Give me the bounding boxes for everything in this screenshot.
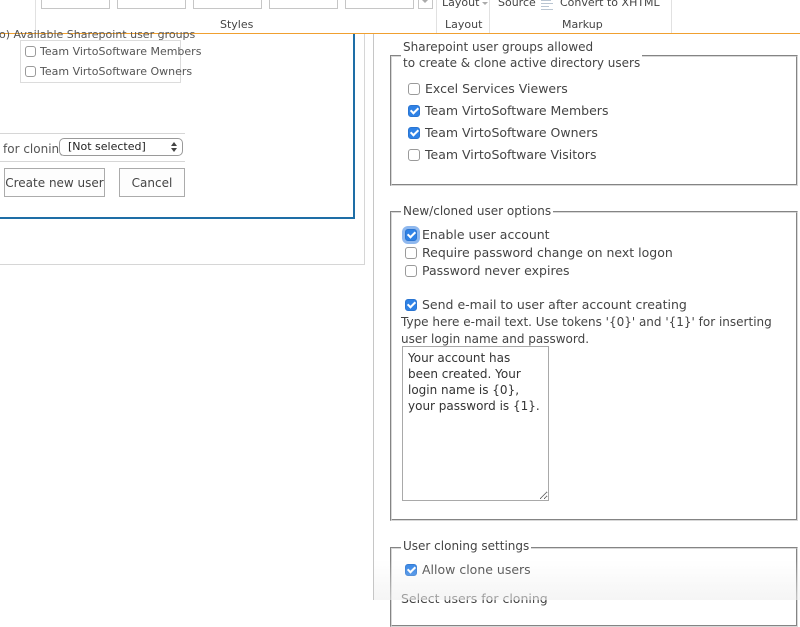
checkbox[interactable] (405, 264, 417, 277)
panel-divider (373, 34, 374, 600)
available-group-item[interactable]: Team VirtoSoftware Members (25, 45, 201, 58)
option-label: Allow clone users (422, 562, 531, 577)
ribbon-separator (436, 0, 437, 33)
send-email-option[interactable]: Send e-mail to user after account creati… (405, 297, 687, 312)
source-button[interactable]: Source (498, 0, 536, 9)
allowed-group-label: Excel Services Viewers (425, 81, 568, 96)
allowed-group-item[interactable]: Team VirtoSoftware Owners (408, 125, 598, 140)
ribbon-separator (671, 0, 672, 33)
option-label: Password never expires (422, 263, 570, 278)
allowed-group-label: Team VirtoSoftware Members (425, 103, 609, 118)
allowed-groups-legend: Sharepoint user groups allowed to create… (401, 39, 643, 71)
checkbox-checked[interactable] (405, 228, 417, 241)
styles-group-label: Styles (220, 18, 254, 31)
markup-group-label: Markup (562, 18, 603, 31)
checkbox-checked[interactable] (408, 104, 420, 117)
style-gallery-item[interactable] (269, 0, 338, 9)
legend-line: Sharepoint user groups allowed (403, 40, 594, 54)
require-password-change-option[interactable]: Require password change on next logon (405, 245, 673, 260)
select-users-label: Select users for cloning (401, 591, 548, 606)
email-text-input[interactable] (402, 346, 549, 501)
clone-user-label: for cloning (3, 142, 67, 156)
allow-clone-option[interactable]: Allow clone users (405, 562, 531, 577)
layout-group-label: Layout (445, 18, 483, 31)
style-gallery-item[interactable] (117, 0, 186, 9)
option-label: Require password change on next logon (422, 245, 673, 260)
legend-line: to create & clone active directory users (403, 56, 641, 70)
checkbox[interactable] (408, 82, 420, 95)
layout-command-label: Layout (442, 0, 480, 9)
checkbox[interactable] (25, 66, 36, 77)
enable-account-option[interactable]: Enable user account (405, 227, 550, 242)
style-gallery-item[interactable] (41, 0, 110, 9)
checkbox-checked[interactable] (408, 126, 420, 139)
cloning-settings-legend: User cloning settings (401, 538, 532, 554)
clone-user-select[interactable]: [Not selected] (59, 138, 183, 156)
email-help-text: Type here e-mail text. Use tokens '{0}' … (401, 315, 772, 346)
allowed-group-label: Team VirtoSoftware Visitors (425, 147, 597, 162)
ribbon-separator (489, 0, 490, 33)
cancel-button[interactable]: Cancel (119, 168, 185, 197)
cloning-settings-fieldset (390, 547, 798, 627)
select-arrows-icon (170, 142, 177, 152)
convert-to-xhtml-button[interactable]: Convert to XHTML (560, 0, 660, 9)
option-label: Send e-mail to user after account creati… (422, 297, 687, 312)
clone-user-select-value: [Not selected] (68, 140, 146, 153)
allowed-group-label: Team VirtoSoftware Owners (425, 125, 598, 140)
available-group-label: Team VirtoSoftware Owners (40, 65, 193, 78)
option-label: Enable user account (422, 227, 550, 242)
checkbox[interactable] (408, 148, 420, 161)
chevron-down-icon (482, 1, 489, 5)
checkbox-checked[interactable] (405, 298, 417, 311)
checkbox[interactable] (405, 246, 417, 259)
allowed-group-item[interactable]: Excel Services Viewers (408, 81, 568, 96)
checkbox-checked[interactable] (405, 563, 417, 576)
available-group-label: Team VirtoSoftware Members (40, 45, 202, 58)
divider (0, 133, 185, 134)
divider (0, 161, 185, 162)
password-never-expires-option[interactable]: Password never expires (405, 263, 570, 278)
style-gallery-item[interactable] (345, 0, 414, 9)
allowed-groups-fieldset (390, 55, 798, 186)
allowed-group-item[interactable]: Team VirtoSoftware Visitors (408, 147, 596, 162)
user-options-legend: New/cloned user options (401, 203, 554, 219)
available-group-item[interactable]: Team VirtoSoftware Owners (25, 65, 192, 78)
convert-xhtml-icon (541, 0, 555, 12)
layout-dropdown-button[interactable]: Layout (442, 0, 489, 9)
create-new-user-button[interactable]: Create new user (4, 168, 105, 197)
allowed-group-item[interactable]: Team VirtoSoftware Members (408, 103, 608, 118)
styles-scroll-down-icon[interactable] (418, 0, 433, 9)
checkbox[interactable] (25, 46, 36, 57)
style-gallery-item[interactable] (193, 0, 262, 9)
